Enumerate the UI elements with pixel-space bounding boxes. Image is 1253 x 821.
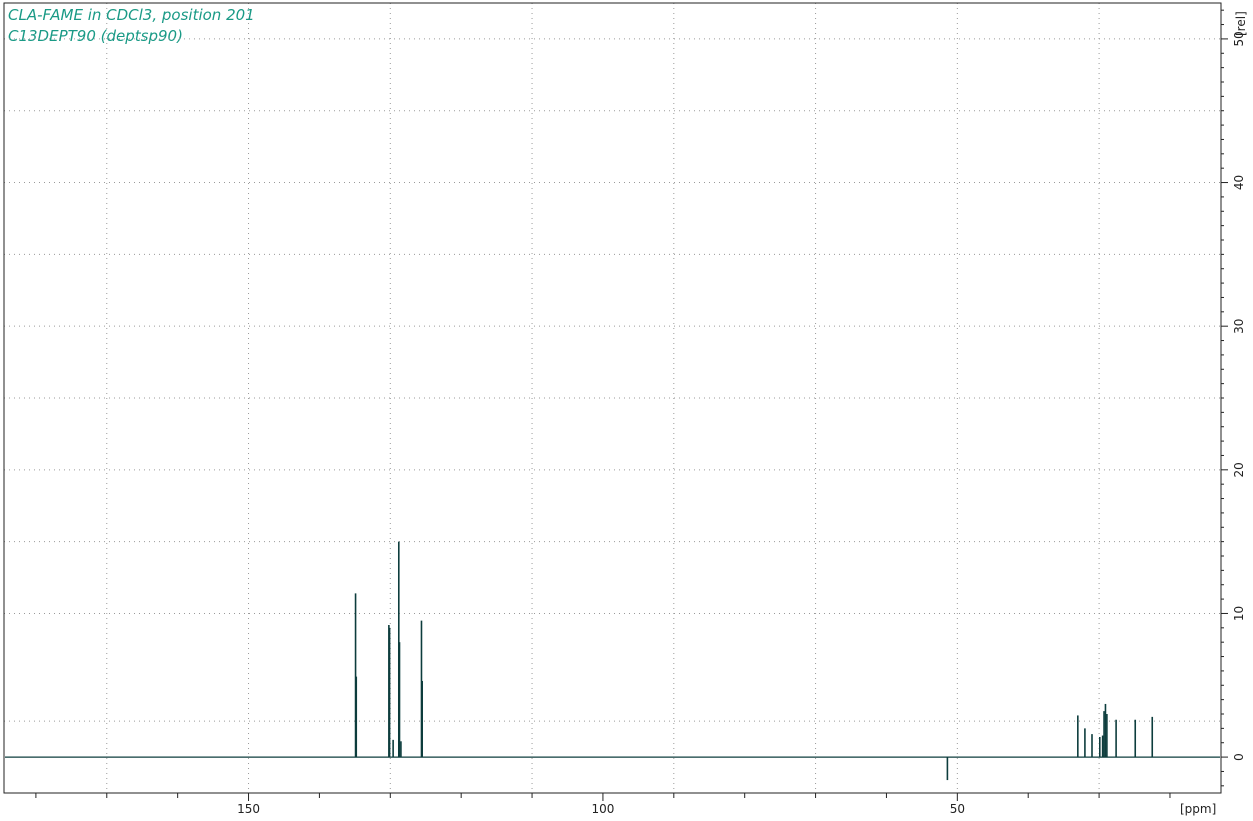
- x-axis-unit-label: [ppm]: [1180, 802, 1216, 816]
- spectrum-trace: [5, 541, 1220, 781]
- y-tick-label: 20: [1232, 462, 1246, 477]
- nmr-spectrum-plot[interactable]: 150 100 5001020304050 [ppm] [rel]: [0, 0, 1253, 821]
- axes: 150 100 5001020304050: [35, 9, 1246, 816]
- y-axis-unit-label: [rel]: [1234, 11, 1248, 36]
- x-tick-label: 150: [237, 802, 260, 816]
- x-tick-label: 50: [950, 802, 965, 816]
- x-tick-label: 100: [591, 802, 614, 816]
- y-tick-label: 0: [1232, 753, 1246, 761]
- grid-lines: [4, 3, 1221, 793]
- y-tick-label: 30: [1232, 319, 1246, 334]
- y-tick-label: 40: [1232, 175, 1246, 190]
- y-tick-label: 10: [1232, 606, 1246, 621]
- plot-frame: [3, 2, 1222, 794]
